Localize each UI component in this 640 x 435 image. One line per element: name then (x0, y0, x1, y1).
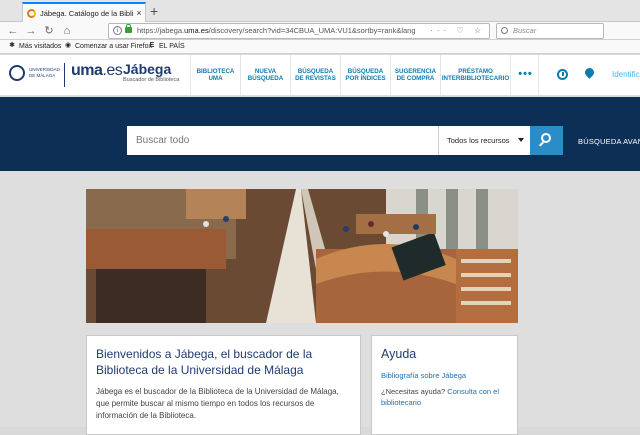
library-photo (86, 189, 518, 323)
university-logo[interactable]: UNIVERSIDAD DE MÁLAGA (9, 65, 60, 83)
bookmark-elpais[interactable]: E EL PAÍS (148, 42, 185, 50)
jabega-subtitle: Buscador de Biblioteca (123, 77, 180, 83)
bookmark-label: Más visitados (19, 42, 62, 50)
page-actions-icon[interactable]: ··· ♡ ☆ (430, 24, 485, 38)
help-title: Ayuda (381, 347, 417, 361)
search-scope-select[interactable]: Todos los recursos (438, 126, 530, 155)
uma-logo[interactable]: uma.es (71, 62, 123, 80)
lock-icon (125, 24, 132, 33)
browser-tabbar: Jábega. Catálogo de la Biblioteca × + (0, 0, 640, 22)
more-menu-icon[interactable]: ••• (510, 55, 540, 95)
search-placeholder: Buscar (513, 26, 537, 35)
chevron-down-icon (518, 138, 524, 142)
url-host: uma.es (184, 26, 209, 35)
nav-busqueda-indices[interactable]: BÚSQUEDA POR ÍNDICES (340, 55, 390, 95)
bibliography-link[interactable]: Bibliografía sobre Jábega (381, 370, 508, 381)
elpais-icon: E (149, 42, 155, 49)
uma-favicon-icon (27, 8, 36, 18)
main-navigation: BIBLIOTECA UMA NUEVA BÚSQUEDA BÚSQUEDA D… (190, 55, 540, 95)
library-image (86, 189, 518, 323)
nav-nueva-busqueda[interactable]: NUEVA BÚSQUEDA (240, 55, 290, 95)
search-input[interactable] (127, 126, 438, 155)
bookmark-label: Comenzar a usar Firefox (75, 42, 153, 50)
url-prefix: https://jabega. (137, 26, 185, 35)
header-user-area: Identificarse (538, 55, 640, 95)
bookmark-label: EL PAÍS (159, 42, 185, 50)
new-tab-button[interactable]: + (150, 3, 158, 19)
firefox-icon: ◉ (64, 42, 72, 49)
bookmark-most-visited[interactable]: ✱ Más visitados (8, 42, 61, 50)
reload-button[interactable]: ↻ (42, 24, 56, 38)
site-header: UNIVERSIDAD DE MÁLAGA uma.es Jábega Busc… (0, 55, 640, 96)
pin-icon[interactable] (583, 66, 596, 79)
university-name-line2: DE MÁLAGA (29, 73, 56, 78)
back-button[interactable]: ← (6, 24, 20, 38)
welcome-text: Jábega es el buscador de la Biblioteca d… (96, 387, 339, 420)
tab-title: Jábega. Catálogo de la Biblioteca (40, 8, 133, 18)
jabega-logo[interactable]: Jábega (123, 61, 171, 77)
university-seal-icon (9, 65, 25, 81)
browser-navbar: ← → ↻ ⌂ i https://jabega.uma.es/discover… (0, 22, 640, 40)
logo-divider (64, 63, 65, 87)
nav-sugerencia-compra[interactable]: SUGERENCIA DE COMPRA (390, 55, 440, 95)
nav-busqueda-revistas[interactable]: BÚSQUEDA DE REVISTAS (290, 55, 340, 95)
uma-logo-text: uma (71, 62, 103, 79)
bookmark-getting-started[interactable]: ◉ Comenzar a usar Firefox (64, 42, 152, 50)
forward-button[interactable]: → (24, 24, 38, 38)
tab-close-icon[interactable]: × (133, 8, 145, 18)
home-button[interactable]: ⌂ (60, 24, 74, 38)
scope-value: Todos los recursos (447, 136, 510, 145)
history-icon[interactable] (557, 69, 568, 80)
info-icon[interactable]: i (113, 26, 122, 35)
url-path: /discovery/search?vid=34CBUA_UMA:VU1&sor… (208, 26, 416, 35)
search-band: Todos los recursos BÚSQUEDA AVANZADA (0, 97, 640, 171)
url-bar[interactable]: i https://jabega.uma.es/discovery/search… (108, 23, 490, 39)
home-content: Bienvenidos a Jábega, el buscador de la … (0, 171, 640, 435)
help-question: ¿Necesitas ayuda? (381, 387, 446, 396)
browser-search-input[interactable]: Buscar (496, 23, 604, 39)
browser-tab[interactable]: Jábega. Catálogo de la Biblioteca × (22, 2, 146, 22)
nav-biblioteca-uma[interactable]: BIBLIOTECA UMA (190, 55, 240, 95)
welcome-card: Bienvenidos a Jábega, el buscador de la … (86, 335, 361, 435)
search-icon (501, 27, 508, 34)
bookmarks-toolbar: ✱ Más visitados ◉ Comenzar a usar Firefo… (0, 40, 640, 54)
advanced-search-link[interactable]: BÚSQUEDA AVANZADA (578, 137, 640, 146)
nav-prestamo-interbibliotecario[interactable]: PRÉSTAMO INTERBIBLIOTECARIO (440, 55, 510, 95)
login-link[interactable]: Identificarse (612, 70, 640, 79)
welcome-title: Bienvenidos a Jábega, el buscador de la … (96, 347, 313, 377)
gear-icon: ✱ (9, 42, 15, 49)
search-button[interactable] (530, 126, 563, 155)
uma-logo-suffix: .es (102, 62, 123, 79)
help-card: Ayuda Bibliografía sobre Jábega ¿Necesit… (371, 335, 518, 435)
